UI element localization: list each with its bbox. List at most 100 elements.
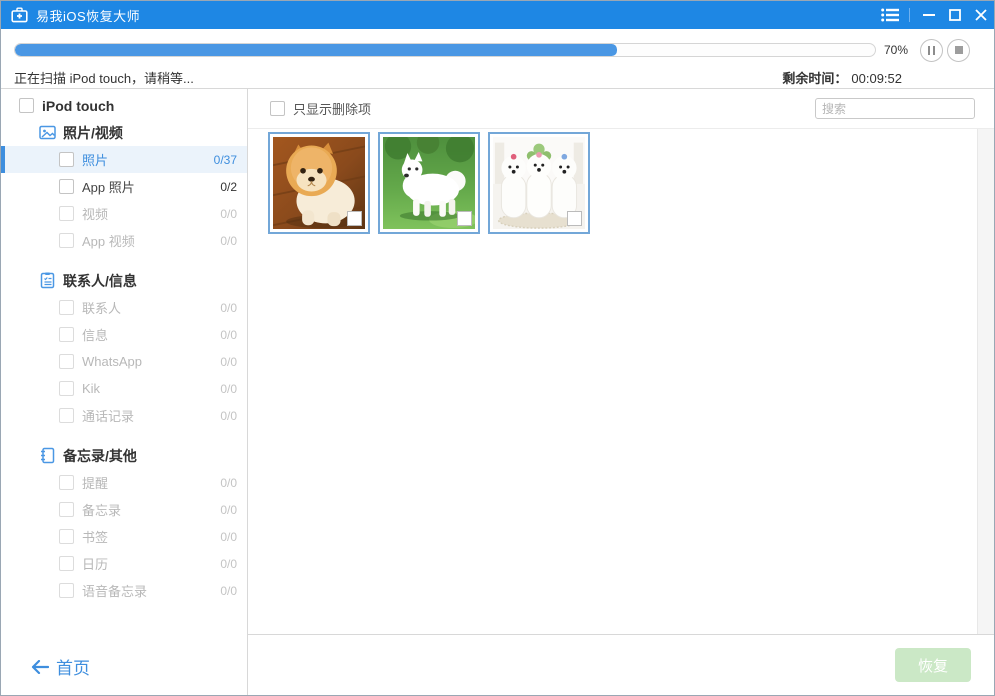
sidebar-item-label: WhatsApp bbox=[82, 354, 142, 369]
filter-deleted-toggle[interactable]: 只显示删除项 bbox=[270, 99, 371, 118]
photo-grid bbox=[248, 129, 994, 634]
sidebar-item-call-history[interactable]: 通话记录 0/0 bbox=[1, 402, 247, 429]
back-arrow-icon bbox=[31, 659, 49, 674]
item-checkbox[interactable] bbox=[59, 408, 74, 423]
item-count: 0/37 bbox=[213, 152, 237, 167]
item-count: 0/2 bbox=[220, 179, 237, 194]
scan-header: 70% 正在扫描 iPod touch，请稍等... 剩余时间： 00:09:52 bbox=[1, 29, 994, 89]
sidebar-item-app-photos[interactable]: App 照片 0/2 bbox=[1, 173, 247, 200]
maximize-button[interactable] bbox=[942, 1, 968, 29]
sidebar-item-kik[interactable]: Kik 0/0 bbox=[1, 375, 247, 402]
stop-button[interactable] bbox=[947, 38, 970, 62]
item-checkbox[interactable] bbox=[59, 152, 74, 167]
photo-checkbox[interactable] bbox=[457, 211, 472, 226]
item-checkbox[interactable] bbox=[59, 529, 74, 544]
minimize-icon bbox=[923, 14, 935, 16]
item-count: 0/0 bbox=[220, 381, 237, 396]
photo-thumbnail-pomeranian[interactable] bbox=[268, 132, 370, 234]
filter-label: 只显示删除项 bbox=[293, 102, 372, 117]
item-checkbox[interactable] bbox=[59, 556, 74, 571]
sidebar-item-label: 联系人 bbox=[82, 301, 122, 316]
progress-bar bbox=[14, 43, 876, 57]
item-count: 0/0 bbox=[220, 300, 237, 315]
sidebar-device-row[interactable]: iPod touch bbox=[1, 92, 247, 119]
item-checkbox[interactable] bbox=[59, 475, 74, 490]
item-checkbox[interactable] bbox=[59, 354, 74, 369]
photo-checkbox[interactable] bbox=[567, 211, 582, 226]
photo-thumbnail-samoyed[interactable] bbox=[378, 132, 480, 234]
sidebar-item-app-videos[interactable]: App 视频 0/0 bbox=[1, 227, 247, 254]
progress-percent: 70% bbox=[884, 43, 909, 57]
main-toolbar: 只显示删除项 bbox=[248, 89, 994, 129]
sidebar-item-label: 备忘录 bbox=[82, 503, 122, 518]
main-area: 只显示删除项 搜索 恢复 bbox=[248, 89, 994, 695]
sidebar-item-voice-memos[interactable]: 语音备忘录 0/0 bbox=[1, 577, 247, 604]
sidebar-item-notes[interactable]: 备忘录 0/0 bbox=[1, 496, 247, 523]
item-count: 0/0 bbox=[220, 327, 237, 342]
sidebar-item-calendar[interactable]: 日历 0/0 bbox=[1, 550, 247, 577]
item-count: 0/0 bbox=[220, 206, 237, 221]
sidebar-item-label: Kik bbox=[82, 381, 101, 396]
item-count: 0/0 bbox=[220, 502, 237, 517]
progress-fill bbox=[15, 44, 617, 56]
sidebar-item-whatsapp[interactable]: WhatsApp 0/0 bbox=[1, 348, 247, 375]
menu-button[interactable] bbox=[877, 1, 903, 29]
sidebar-item-label: 日历 bbox=[82, 557, 109, 572]
close-button[interactable] bbox=[968, 1, 994, 29]
item-checkbox[interactable] bbox=[59, 583, 74, 598]
home-label: 首页 bbox=[56, 659, 90, 678]
time-remaining: 剩余时间： 00:09:52 bbox=[782, 68, 902, 87]
photo-thumbnail-maltese[interactable] bbox=[488, 132, 590, 234]
item-count: 0/0 bbox=[220, 583, 237, 598]
time-remaining-label: 剩余时间： bbox=[782, 71, 848, 86]
recover-button[interactable]: 恢复 bbox=[895, 648, 971, 682]
footer-bar: 恢复 bbox=[248, 634, 994, 695]
item-count: 0/0 bbox=[220, 529, 237, 544]
item-checkbox[interactable] bbox=[59, 327, 74, 342]
item-checkbox[interactable] bbox=[59, 381, 74, 396]
menu-icon bbox=[881, 8, 899, 22]
scrollbar-track[interactable] bbox=[977, 129, 994, 634]
section-notes-other: 备忘录/其他 bbox=[1, 442, 247, 469]
pause-button[interactable] bbox=[920, 38, 943, 62]
stop-icon bbox=[954, 46, 963, 54]
photo-checkbox[interactable] bbox=[347, 211, 362, 226]
sidebar-item-bookmarks[interactable]: 书签 0/0 bbox=[1, 523, 247, 550]
sidebar-item-label: 提醒 bbox=[82, 476, 109, 491]
device-checkbox[interactable] bbox=[19, 98, 34, 113]
section-label: 备忘录/其他 bbox=[63, 447, 137, 464]
item-checkbox[interactable] bbox=[59, 233, 74, 248]
close-icon bbox=[975, 9, 987, 21]
sidebar-item-videos[interactable]: 视频 0/0 bbox=[1, 200, 247, 227]
sidebar-item-label: 语音备忘录 bbox=[82, 584, 148, 599]
filter-checkbox[interactable] bbox=[270, 101, 285, 116]
sidebar: iPod touch 照片/视频 照片 0/37 App 照片 0/2 视频 0… bbox=[1, 89, 248, 695]
app-window: 易我iOS恢复大师 70% 正在扫描 iPod touch，请稍等... 剩余时… bbox=[0, 0, 995, 696]
home-link[interactable]: 首页 bbox=[31, 654, 90, 679]
item-checkbox[interactable] bbox=[59, 300, 74, 315]
item-checkbox[interactable] bbox=[59, 179, 74, 194]
app-icon bbox=[11, 7, 28, 23]
titlebar-separator bbox=[909, 8, 910, 22]
time-remaining-value: 00:09:52 bbox=[851, 71, 902, 86]
search-input[interactable] bbox=[815, 98, 975, 119]
sidebar-item-reminders[interactable]: 提醒 0/0 bbox=[1, 469, 247, 496]
section-photos-videos: 照片/视频 bbox=[1, 119, 247, 146]
section-contacts-messages: 联系人/信息 bbox=[1, 267, 247, 294]
sidebar-item-messages[interactable]: 信息 0/0 bbox=[1, 321, 247, 348]
titlebar: 易我iOS恢复大师 bbox=[1, 1, 994, 29]
minimize-button[interactable] bbox=[916, 1, 942, 29]
maximize-icon bbox=[949, 9, 961, 21]
section-label: 照片/视频 bbox=[63, 124, 123, 141]
item-count: 0/0 bbox=[220, 233, 237, 248]
item-count: 0/0 bbox=[220, 354, 237, 369]
sidebar-item-contacts[interactable]: 联系人 0/0 bbox=[1, 294, 247, 321]
item-checkbox[interactable] bbox=[59, 502, 74, 517]
sidebar-item-photos[interactable]: 照片 0/37 bbox=[1, 146, 247, 173]
scan-status-text: 正在扫描 iPod touch，请稍等... bbox=[14, 71, 194, 86]
sidebar-item-label: 通话记录 bbox=[82, 409, 135, 424]
pause-icon bbox=[928, 45, 935, 55]
item-checkbox[interactable] bbox=[59, 206, 74, 221]
notes-icon bbox=[39, 447, 56, 464]
sidebar-item-label: 信息 bbox=[82, 328, 109, 343]
